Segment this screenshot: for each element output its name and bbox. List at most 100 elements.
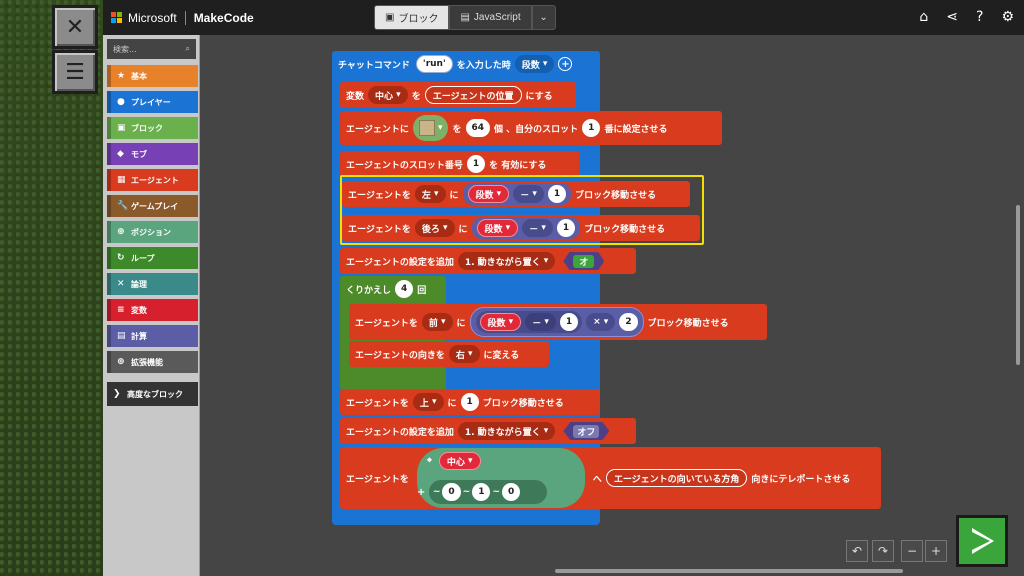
toolbox-category[interactable]: ▦ エージェント [107,169,198,191]
toolbox-category[interactable]: ⊕ ポジション [107,221,198,243]
redo-icon[interactable]: ↷ [872,540,894,562]
tab-blocks-label: ブロック [398,14,439,25]
tab-javascript[interactable]: ▤ JavaScript [449,5,532,30]
agent-move-label: エージェントを [355,318,418,329]
agent-set-item-wo: を [452,124,462,135]
toolbox-category[interactable]: ▤ 計算 [107,325,198,347]
category-label: プレイヤー [131,97,171,107]
agent-move-forward-block[interactable]: エージェントを 前 ▾ に 段数 ▾ － ▾ 1 × ▾ 2 ブロック移動させる [349,304,767,340]
toolbox-category[interactable]: ● プレイヤー [107,91,198,113]
agent-turn-label: エージェントの向きを [355,350,445,361]
toolbox-category[interactable]: ◆ モブ [107,143,198,165]
search-icon: ⌕ [185,44,190,53]
crosshair-icon: ⊕ [117,227,125,237]
turn-direction-dropdown[interactable]: 右 ▾ [448,345,480,363]
agent-move-ni: に [447,398,457,409]
search-input[interactable]: 検索... ⌕ [107,39,196,59]
setting-dropdown[interactable]: 1. 動きながら置く ▾ [457,252,556,270]
multiplier-input[interactable]: 2 [619,313,638,331]
loop-icon: ↻ [117,253,125,263]
operator-dropdown-multiply[interactable]: × ▾ [586,313,616,331]
relative-coords[interactable]: ~ 0 ~ 1 ~ 0 [428,480,547,504]
share-icon[interactable]: ⋖ [946,9,958,25]
product-label[interactable]: MakeCode [194,11,254,25]
number-input[interactable]: 1 [559,313,579,331]
shuffle-icon: ✕ [117,279,125,289]
menu-icon[interactable]: ☰ [52,50,98,94]
search-placeholder: 検索... [113,44,137,54]
agent-position-reporter[interactable]: エージェントの位置 [424,86,522,104]
repeat-loop-block[interactable]: くりかえし 4 回 [340,276,446,302]
direction-dropdown-forward[interactable]: 前 ▾ [421,313,453,331]
block-picker[interactable]: ▾ [412,115,449,141]
toolbox-category[interactable]: ↻ ループ [107,247,198,269]
category-label: 基本 [131,71,147,81]
agent-setting-block-2[interactable]: エージェントの設定を追加 1. 動きながら置く ▾ オフ [340,418,636,444]
set-variable-block[interactable]: 変数 中心 ▾ を エージェントの位置 にする [340,82,576,108]
variable-dropdown[interactable]: 中心 ▾ [368,86,408,104]
agent-set-item-label: エージェントに [346,124,409,135]
toggle-label: オ [573,254,595,268]
zoom-out-icon[interactable]: − [901,540,923,562]
close-icon[interactable]: ✕ [52,5,98,49]
command-name-input[interactable]: ' run ' [415,55,453,73]
agent-set-slot-block[interactable]: エージェントのスロット番号 1 を 有効にする [340,151,580,177]
setting-dropdown[interactable]: 1. 動きながら置く ▾ [457,422,556,440]
coord-y-input[interactable]: 1 [472,483,491,501]
category-label: 拡張機能 [131,357,163,367]
star-icon: ★ [117,71,126,81]
tilde-x: ~ [432,487,441,497]
var-reporter[interactable]: 段数 ▾ [479,313,522,331]
chat-command-block[interactable]: チャットコマンド ' run ' を入力した時 段数 ▾ + [332,51,600,77]
agent-turn-block[interactable]: エージェントの向きを 右 ▾ に変える [349,341,549,367]
home-icon[interactable]: ⌂ [919,9,928,25]
toolbox-category[interactable]: ≡ 変数 [107,299,198,321]
agent-teleport-block[interactable]: エージェントを ⌖ 中心 ▾ + ~ 0 ~ 1 ~ 0 へ エージェントの向い… [340,447,881,509]
math-minus-expr[interactable]: 段数 ▾ － ▾ 1 [475,311,583,333]
slot-number-input[interactable]: 1 [466,155,486,173]
player-icon: ● [117,97,125,107]
toolbox-category[interactable]: 🔧 ゲームプレイ [107,195,198,217]
agent-set-item-block[interactable]: エージェントに ▾ を 64 個 、自分のスロット 1 番に設定させる [340,111,722,145]
run-icon[interactable] [956,515,1008,567]
repeat-count-input[interactable]: 4 [395,280,414,298]
number-input[interactable]: 1 [460,393,479,411]
toggle-on[interactable]: オ [563,252,605,270]
category-label: ループ [131,253,155,263]
category-label: 計算 [131,331,147,341]
toolbox-category[interactable]: ✕ 論理 [107,273,198,295]
math-multiply-expr[interactable]: 段数 ▾ － ▾ 1 × ▾ 2 [469,307,644,337]
coord-x-input[interactable]: 0 [442,483,461,501]
zoom-in-icon[interactable]: + [925,540,947,562]
tab-blocks[interactable]: ▣ ブロック [374,5,450,30]
vertical-scrollbar[interactable] [1016,205,1020,365]
coord-z-input[interactable]: 0 [502,483,521,501]
microsoft-logo-icon [111,11,123,24]
agent-teleport-label: エージェントを [346,474,409,485]
item-count-input[interactable]: 64 [465,119,491,137]
settings-icon[interactable]: ⚙ [1001,9,1014,25]
editor-tabs: ▣ ブロック ▤ JavaScript ⌄ [374,5,556,30]
slot-input[interactable]: 1 [582,119,601,137]
position-add-expr[interactable]: ⌖ 中心 ▾ + ~ 0 ~ 1 ~ 0 [416,448,585,508]
help-icon[interactable]: ? [976,9,983,25]
horizontal-scrollbar[interactable] [555,569,903,573]
add-param-icon[interactable]: + [558,57,573,71]
toolbox-category[interactable]: ★ 基本 [107,65,198,87]
operator-dropdown[interactable]: － ▾ [525,313,556,331]
toolbox-category[interactable]: ❯ 高度なブロック [107,382,198,406]
toggle-off[interactable]: オフ [563,422,610,440]
paw-icon: ◆ [117,149,124,159]
language-dropdown[interactable]: ⌄ [531,5,556,30]
agent-setting-block[interactable]: エージェントの設定を追加 1. 動きながら置く ▾ オ [340,248,636,274]
agent-move-up-block[interactable]: エージェントを 上 ▾ に 1 ブロック移動させる [340,389,600,415]
param-dropdown[interactable]: 段数 ▾ [514,55,555,73]
set-variable-to: を [411,91,421,102]
center-var-reporter[interactable]: 中心 ▾ [438,452,481,470]
direction-dropdown-up[interactable]: 上 ▾ [412,393,444,411]
agent-facing-reporter[interactable]: エージェントの向いている方角 [605,469,748,487]
toolbox-category[interactable]: ▣ ブロック [107,117,198,139]
puzzle-icon: ▣ [385,12,395,23]
toolbox-category[interactable]: ⊕ 拡張機能 [107,351,198,373]
undo-icon[interactable]: ↶ [846,540,868,562]
